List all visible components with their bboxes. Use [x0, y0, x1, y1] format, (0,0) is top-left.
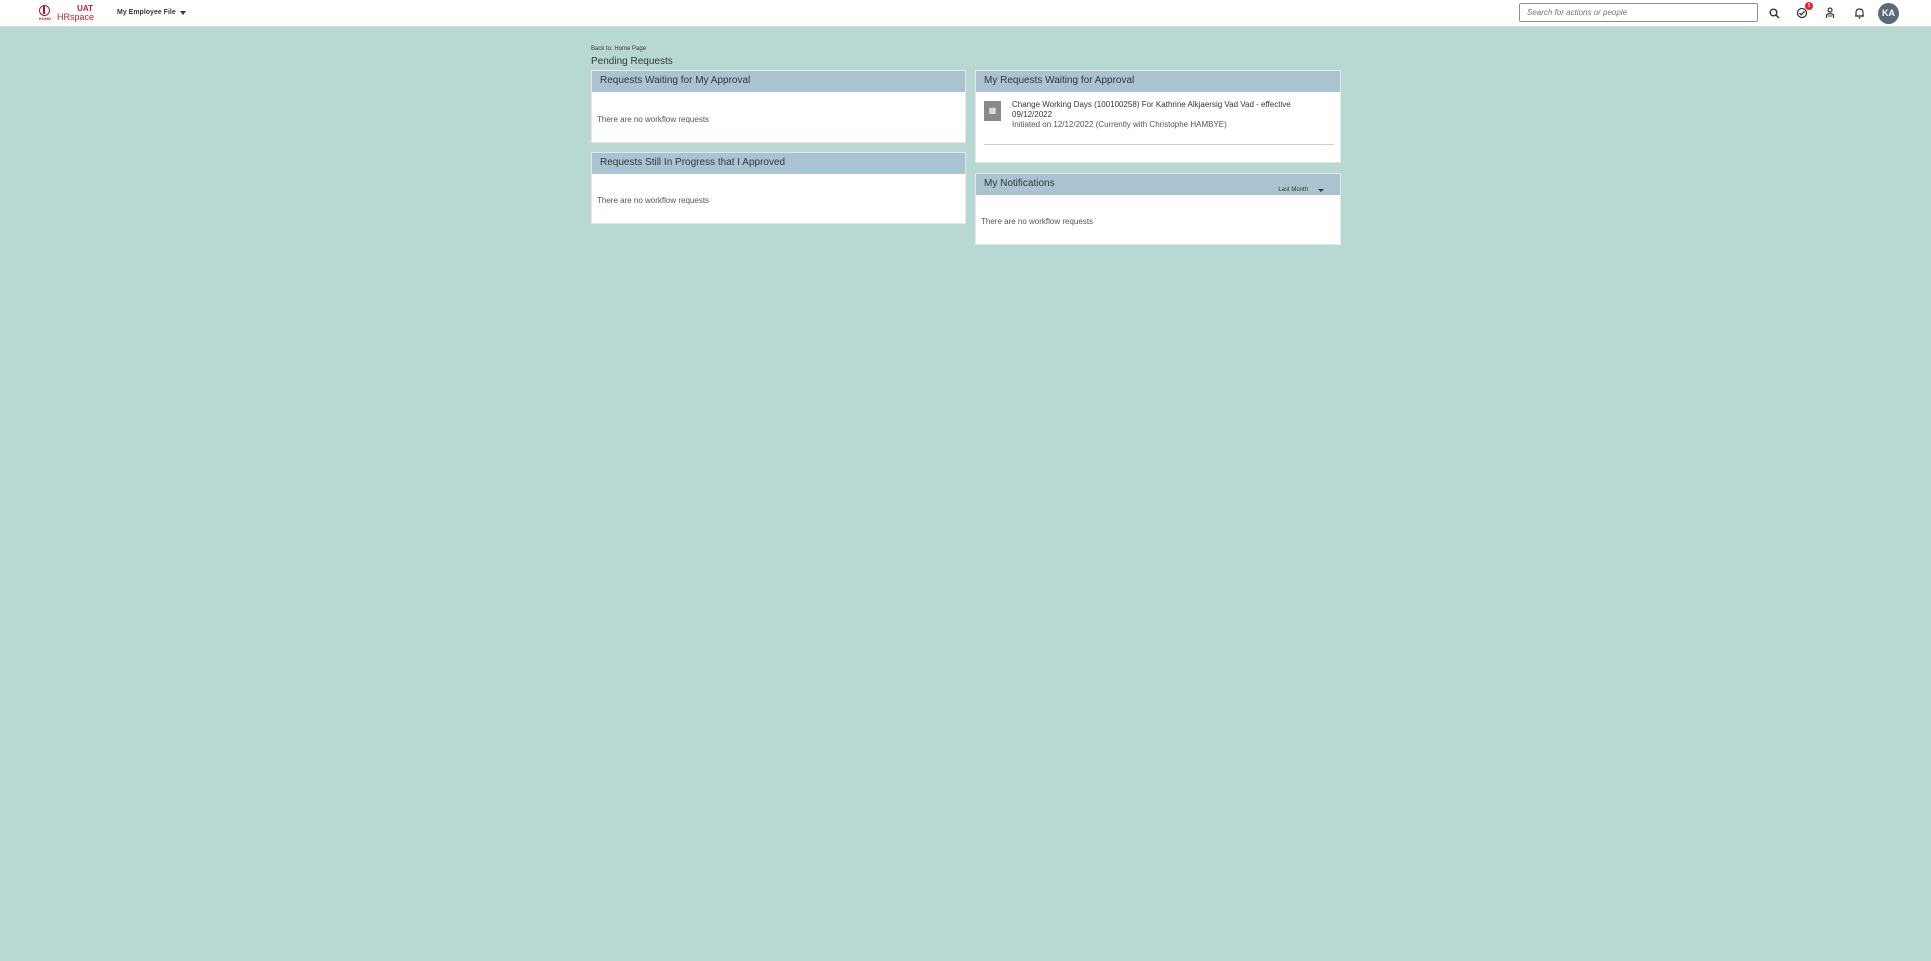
- panel-in-progress-approved: Requests Still In Progress that I Approv…: [591, 152, 966, 224]
- logo-small-text: KOHO: [39, 16, 51, 21]
- request-title[interactable]: Change Working Days (100100258) For Kath…: [1012, 100, 1312, 120]
- chevron-down-icon: [179, 10, 186, 15]
- logo-text: UAT HRspace: [57, 5, 95, 22]
- people-swap-icon: [1825, 7, 1835, 18]
- approvals-button[interactable]: 1: [1794, 2, 1813, 21]
- panel-my-requests: My Requests Waiting for Approval ▦ Chang…: [975, 70, 1341, 163]
- panel-header: My Notifications Last Month: [976, 174, 1340, 195]
- module-menu-label: My Employee File: [117, 9, 176, 16]
- time-filter-value: Last Month: [1278, 187, 1308, 193]
- search-input[interactable]: [1519, 3, 1758, 22]
- panel-header-title: My Notifications: [984, 178, 1055, 189]
- company-logo[interactable]: KOHO UAT HRspace: [39, 4, 94, 22]
- module-menu-button[interactable]: My Employee File: [117, 9, 186, 16]
- page-title: Pending Requests: [591, 56, 673, 67]
- panel-waiting-my-approval: Requests Waiting for My Approval There a…: [591, 70, 966, 143]
- top-bar: KOHO UAT HRspace My Employee File 1: [0, 0, 1931, 27]
- request-title-line1: Change Working Days (100100258) For Kath…: [1012, 100, 1291, 109]
- request-title-line2: 09/12/2022: [1012, 110, 1053, 119]
- user-avatar[interactable]: KA: [1878, 3, 1899, 24]
- bell-icon: [1854, 8, 1864, 19]
- time-filter-dropdown[interactable]: Last Month: [1278, 180, 1324, 200]
- tools-button[interactable]: [1822, 5, 1838, 21]
- globe-logo-icon: [39, 4, 50, 16]
- empty-state-text: There are no workflow requests: [597, 115, 710, 124]
- empty-state-text: There are no workflow requests: [981, 217, 1094, 226]
- notifications-button[interactable]: [1851, 5, 1867, 21]
- panel-my-notifications: My Notifications Last Month There are no…: [975, 173, 1341, 245]
- logo-line2: HRspace: [57, 12, 95, 22]
- approvals-count-badge: 1: [1805, 2, 1813, 10]
- document-icon[interactable]: ▦: [984, 101, 1001, 121]
- divider: [984, 144, 1334, 145]
- back-to-home-link[interactable]: Back to: Home Page: [591, 46, 646, 52]
- search-icon: [1769, 8, 1780, 19]
- panel-header: My Requests Waiting for Approval: [976, 71, 1340, 92]
- chevron-down-icon: [1318, 188, 1324, 192]
- panel-header: Requests Waiting for My Approval: [592, 71, 965, 92]
- empty-state-text: There are no workflow requests: [597, 196, 710, 205]
- search-button[interactable]: [1766, 5, 1782, 21]
- panel-header: Requests Still In Progress that I Approv…: [592, 153, 965, 174]
- request-status: Initiated on 12/12/2022 (Currently with …: [1012, 120, 1227, 129]
